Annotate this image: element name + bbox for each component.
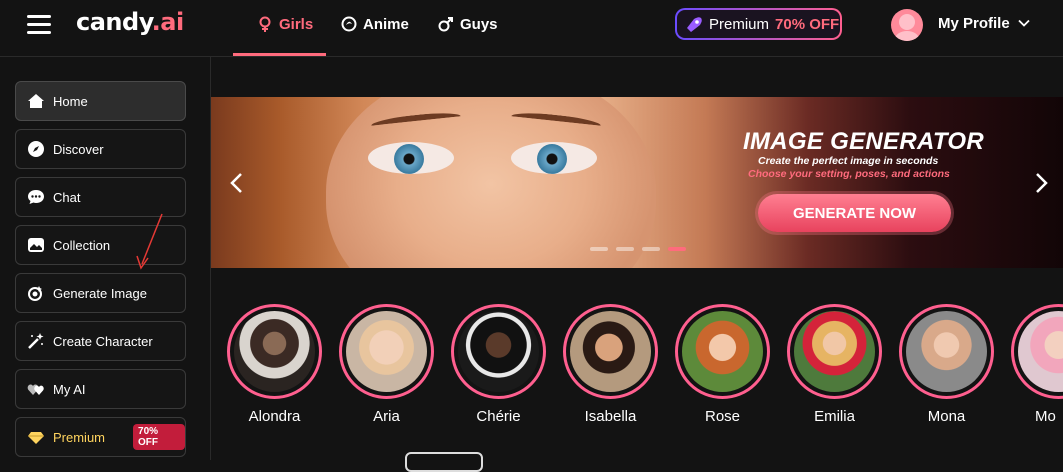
menu-icon[interactable] xyxy=(27,15,51,35)
top-bar: candy.ai Girls Anime Guys Premium 70% OF… xyxy=(0,0,1063,57)
sidebar-item-premium[interactable]: Premium 70% OFF xyxy=(15,417,186,457)
carousel-dot[interactable] xyxy=(642,247,660,251)
character-avatar xyxy=(458,311,539,392)
sidebar-item-chat[interactable]: Chat xyxy=(15,177,186,217)
female-icon xyxy=(259,16,271,32)
character-name: Isabella xyxy=(584,408,637,425)
character-avatar xyxy=(906,311,987,392)
active-tab-indicator xyxy=(233,53,326,56)
collection-icon xyxy=(28,238,44,252)
character-card[interactable]: Aria xyxy=(339,304,434,425)
chat-icon xyxy=(28,190,44,204)
sidebar: Home Discover Chat Collection Generate I… xyxy=(0,57,211,460)
character-name: Mo xyxy=(1035,408,1056,425)
character-name: Emilia xyxy=(814,408,855,425)
sidebar-item-create-character[interactable]: Create Character xyxy=(15,321,186,361)
magic-wand-icon xyxy=(28,333,44,349)
tab-guys[interactable]: Guys xyxy=(438,14,498,34)
hearts-icon xyxy=(27,384,44,395)
character-card[interactable]: Rose xyxy=(675,304,770,425)
premium-offer-button[interactable]: Premium 70% OFF xyxy=(675,8,842,40)
character-card[interactable]: Chérie xyxy=(451,304,546,425)
section-tab[interactable] xyxy=(405,452,483,472)
character-name: Aria xyxy=(373,408,400,425)
sidebar-item-discover[interactable]: Discover xyxy=(15,129,186,169)
diamond-icon xyxy=(28,432,44,444)
hero-banner[interactable]: IMAGE GENERATOR Create the perfect image… xyxy=(211,97,1063,268)
character-card[interactable]: Alondra xyxy=(227,304,322,425)
rocket-icon xyxy=(687,17,702,32)
carousel-dot-active[interactable] xyxy=(668,247,686,251)
eye xyxy=(368,142,454,174)
character-avatar xyxy=(346,311,427,392)
sidebar-item-home[interactable]: Home xyxy=(15,81,186,121)
male-icon xyxy=(438,17,453,32)
premium-discount: 70% OFF xyxy=(775,15,840,33)
character-card[interactable]: Mo xyxy=(1011,304,1063,425)
carousel-dots xyxy=(590,247,686,251)
sidebar-item-label: My AI xyxy=(53,381,86,397)
sidebar-item-label: Chat xyxy=(53,189,81,205)
character-card[interactable]: Emilia xyxy=(787,304,882,425)
sidebar-item-label: Home xyxy=(53,93,88,109)
tab-anime[interactable]: Anime xyxy=(341,14,409,34)
character-name: Chérie xyxy=(476,408,521,425)
generate-now-button[interactable]: GENERATE NOW xyxy=(758,194,951,232)
banner-subtitle: Create the perfect image in seconds xyxy=(758,155,939,167)
sidebar-item-label: Discover xyxy=(53,141,104,157)
character-name: Rose xyxy=(704,408,741,425)
compass-icon xyxy=(28,141,44,157)
tab-girls-label: Girls xyxy=(279,15,314,33)
avatar[interactable] xyxy=(891,9,923,41)
character-avatar xyxy=(234,311,315,392)
tab-guys-label: Guys xyxy=(460,15,498,33)
character-card[interactable]: Isabella xyxy=(563,304,658,425)
character-avatar xyxy=(682,311,763,392)
logo[interactable]: candy.ai xyxy=(76,8,184,36)
character-card[interactable]: Mona xyxy=(899,304,994,425)
sidebar-item-label: Create Character xyxy=(53,333,153,349)
discount-badge: 70% OFF xyxy=(133,424,185,450)
red-arrow-annotation xyxy=(136,213,163,270)
chevron-down-icon[interactable] xyxy=(1018,17,1030,29)
banner-subtitle-secondary: Choose your setting, poses, and actions xyxy=(748,168,950,180)
banner-title: IMAGE GENERATOR xyxy=(743,128,984,155)
character-avatar xyxy=(570,311,651,392)
chevron-right-icon[interactable] xyxy=(1033,172,1049,194)
tab-anime-label: Anime xyxy=(363,15,409,33)
eye xyxy=(511,142,597,174)
character-avatar xyxy=(794,311,875,392)
character-name: Alondra xyxy=(248,408,301,425)
sidebar-item-label: Generate Image xyxy=(53,285,147,301)
home-icon xyxy=(28,94,44,108)
profile-label[interactable]: My Profile xyxy=(938,15,1010,32)
sidebar-item-label: Premium xyxy=(53,429,106,445)
character-name: Mona xyxy=(927,408,966,425)
anime-icon xyxy=(341,16,357,32)
tab-girls[interactable]: Girls xyxy=(257,14,313,34)
generate-icon xyxy=(28,286,42,301)
character-avatar xyxy=(1018,311,1063,392)
premium-label: Premium xyxy=(709,15,770,33)
sidebar-item-generate-image[interactable]: Generate Image xyxy=(15,273,186,313)
chevron-left-icon[interactable] xyxy=(229,172,245,194)
carousel-dot[interactable] xyxy=(616,247,634,251)
sidebar-item-my-ai[interactable]: My AI xyxy=(15,369,186,409)
sidebar-item-label: Collection xyxy=(53,237,111,253)
carousel-dot[interactable] xyxy=(590,247,608,251)
